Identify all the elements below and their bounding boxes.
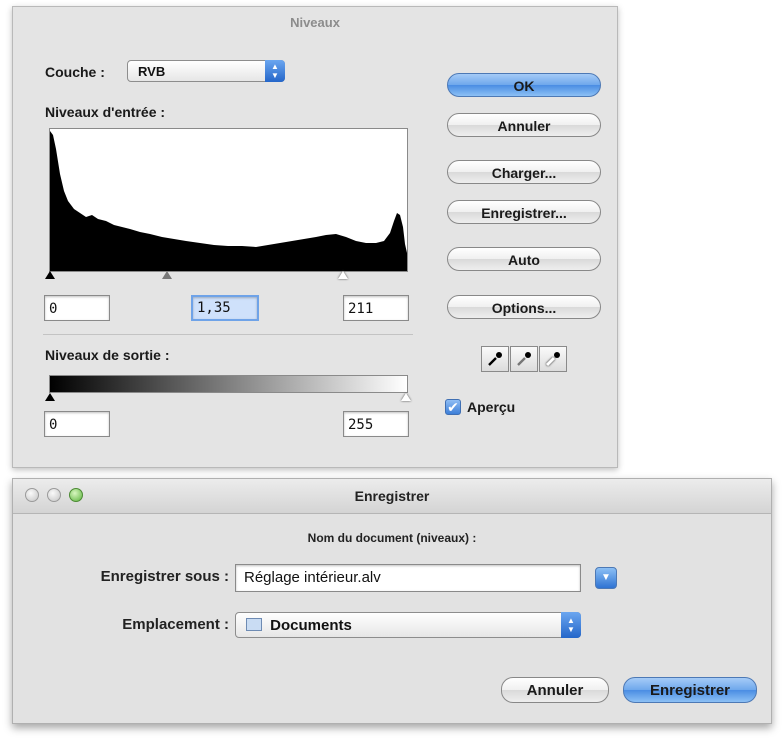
expand-browser-button[interactable]: ▼	[595, 567, 617, 589]
location-select[interactable]: Documents ▲ ▼	[235, 612, 581, 638]
input-white-field[interactable]: 211	[343, 295, 409, 321]
channel-select[interactable]: RVB ▲ ▼	[127, 60, 285, 82]
chevron-down-icon: ▼	[601, 572, 611, 583]
options-button[interactable]: Options...	[447, 295, 601, 319]
preview-label[interactable]: Aperçu	[467, 399, 515, 415]
input-black-field[interactable]: 0	[44, 295, 110, 321]
input-white-slider-handle[interactable]	[338, 271, 348, 279]
save-cancel-button[interactable]: Annuler	[501, 677, 609, 703]
histogram-graph	[50, 131, 407, 271]
output-black-field[interactable]: 0	[44, 411, 110, 437]
channel-label: Couche :	[45, 64, 105, 80]
location-value: Documents	[270, 617, 352, 634]
preview-checkbox[interactable]: ✔	[445, 399, 461, 415]
input-black-slider-handle[interactable]	[45, 271, 55, 279]
location-label: Emplacement :	[122, 616, 229, 633]
eyedropper-black-icon	[488, 352, 502, 366]
input-gamma-field[interactable]: 1,35	[191, 295, 259, 321]
histogram	[49, 128, 408, 272]
output-levels-label: Niveaux de sortie :	[45, 347, 170, 363]
save-confirm-button[interactable]: Enregistrer	[623, 677, 757, 703]
save-as-label: Enregistrer sous :	[100, 568, 229, 585]
load-button[interactable]: Charger...	[447, 160, 601, 184]
output-black-slider-handle[interactable]	[45, 393, 55, 401]
auto-button[interactable]: Auto	[447, 247, 601, 271]
eyedropper-gray-icon	[517, 352, 531, 366]
input-levels-label: Niveaux d'entrée :	[45, 104, 166, 120]
save-dialog: Enregistrer Nom du document (niveaux) : …	[12, 478, 772, 724]
select-arrows-icon: ▲ ▼	[265, 60, 285, 82]
levels-dialog: Niveaux Couche : RVB ▲ ▼ Niveaux d'entrée…	[12, 6, 618, 468]
dialog-title: Niveaux	[290, 15, 340, 30]
save-button[interactable]: Enregistrer...	[447, 200, 601, 224]
checkmark-icon: ✔	[447, 399, 459, 415]
input-gamma-slider-handle[interactable]	[162, 271, 172, 279]
white-eyedropper-button[interactable]	[539, 346, 567, 372]
channel-value: RVB	[138, 64, 166, 79]
cancel-button[interactable]: Annuler	[447, 113, 601, 137]
gray-eyedropper-button[interactable]	[510, 346, 538, 372]
titlebar: Enregistrer	[13, 479, 771, 514]
separator	[43, 334, 413, 335]
black-eyedropper-button[interactable]	[481, 346, 509, 372]
save-as-input[interactable]: Réglage intérieur.alv	[235, 564, 581, 592]
output-gradient-bar	[49, 375, 408, 393]
folder-icon	[246, 618, 262, 631]
output-white-slider-handle[interactable]	[401, 393, 411, 401]
document-name-subtitle: Nom du document (niveaux) :	[307, 531, 477, 545]
window-title: Enregistrer	[354, 488, 430, 504]
select-arrows-icon: ▲ ▼	[561, 612, 581, 638]
ok-button[interactable]: OK	[447, 73, 601, 97]
output-white-field[interactable]: 255	[343, 411, 409, 437]
eyedropper-white-icon	[545, 352, 560, 367]
